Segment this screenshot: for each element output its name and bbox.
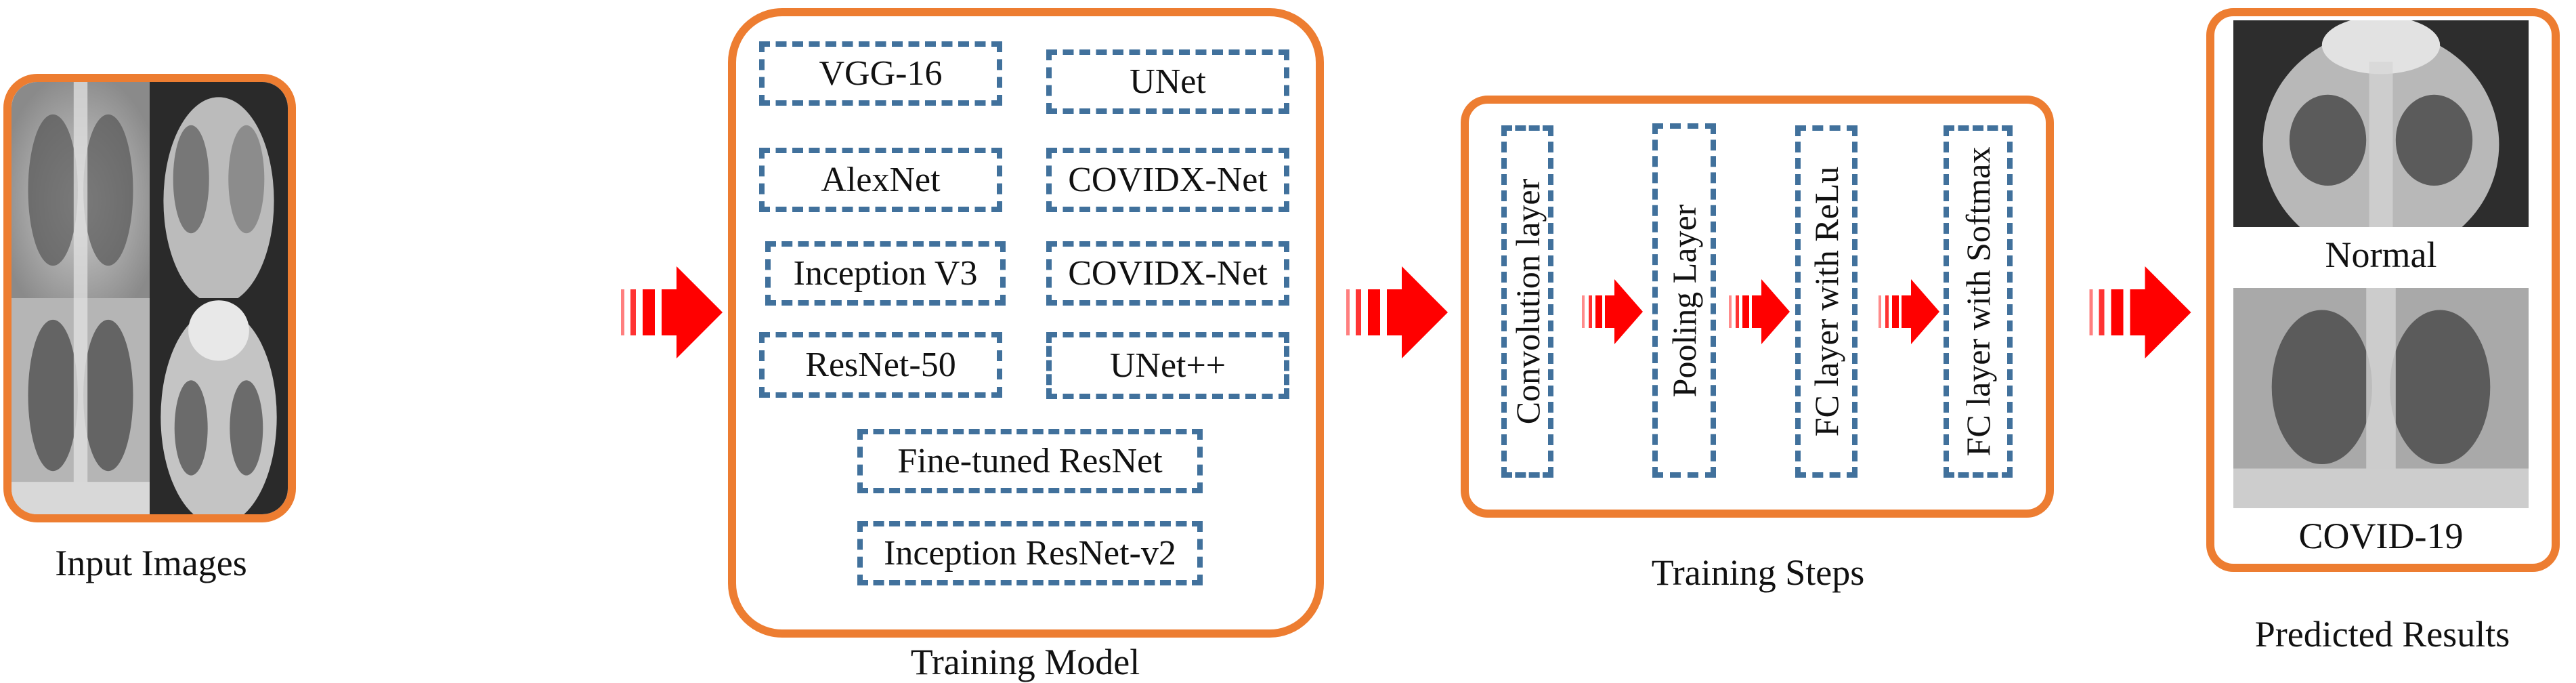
- model-box: COVIDX-Net: [1046, 241, 1289, 306]
- training-step-box: FC layer with Softmax: [1944, 125, 2013, 478]
- training-step-box: Pooling Layer: [1652, 123, 1716, 478]
- arrow-right-icon: [1582, 279, 1643, 344]
- arrow-right-icon: [1729, 279, 1790, 344]
- xray-image-4: [150, 298, 288, 514]
- training-model-caption: Training Model: [910, 642, 1140, 682]
- predicted-class-label: Normal: [2325, 234, 2437, 275]
- arrow-right-icon: [1879, 279, 1939, 344]
- model-box: UNet++: [1046, 332, 1289, 399]
- model-box: Inception ResNet-v2: [857, 521, 1203, 585]
- xray-image-2: [150, 82, 288, 298]
- training-steps-caption: Training Steps: [1651, 552, 1865, 593]
- predicted-class-label: COVID-19: [2298, 516, 2464, 556]
- training-step-label: FC layer with Softmax: [1959, 146, 1997, 457]
- arrow-right-icon: [621, 266, 723, 358]
- training-step-box: Convolution layer: [1501, 125, 1553, 478]
- input-images-caption: Input Images: [55, 543, 247, 583]
- model-box: COVIDX-Net: [1046, 148, 1289, 212]
- model-box: UNet: [1046, 49, 1289, 114]
- model-box: VGG-16: [759, 41, 1002, 106]
- training-step-label: FC layer with ReLu: [1807, 166, 1845, 437]
- arrow-right-icon: [1346, 266, 1448, 358]
- training-step-label: Pooling Layer: [1665, 204, 1703, 397]
- arrow-right-icon: [2089, 266, 2191, 358]
- xray-covid-image: [2233, 288, 2529, 508]
- training-step-label: Convolution layer: [1508, 178, 1547, 425]
- xray-normal-image: [2233, 20, 2529, 227]
- model-box: Inception V3: [765, 241, 1006, 306]
- model-box: ResNet-50: [759, 332, 1002, 398]
- input-images-panel: [3, 74, 296, 522]
- predicted-results-caption: Predicted Results: [2254, 614, 2510, 655]
- xray-image-3: [12, 298, 150, 514]
- xray-image-1: [12, 82, 150, 298]
- model-box: Fine-tuned ResNet: [857, 429, 1203, 493]
- model-box: AlexNet: [759, 148, 1002, 212]
- training-step-box: FC layer with ReLu: [1795, 125, 1858, 478]
